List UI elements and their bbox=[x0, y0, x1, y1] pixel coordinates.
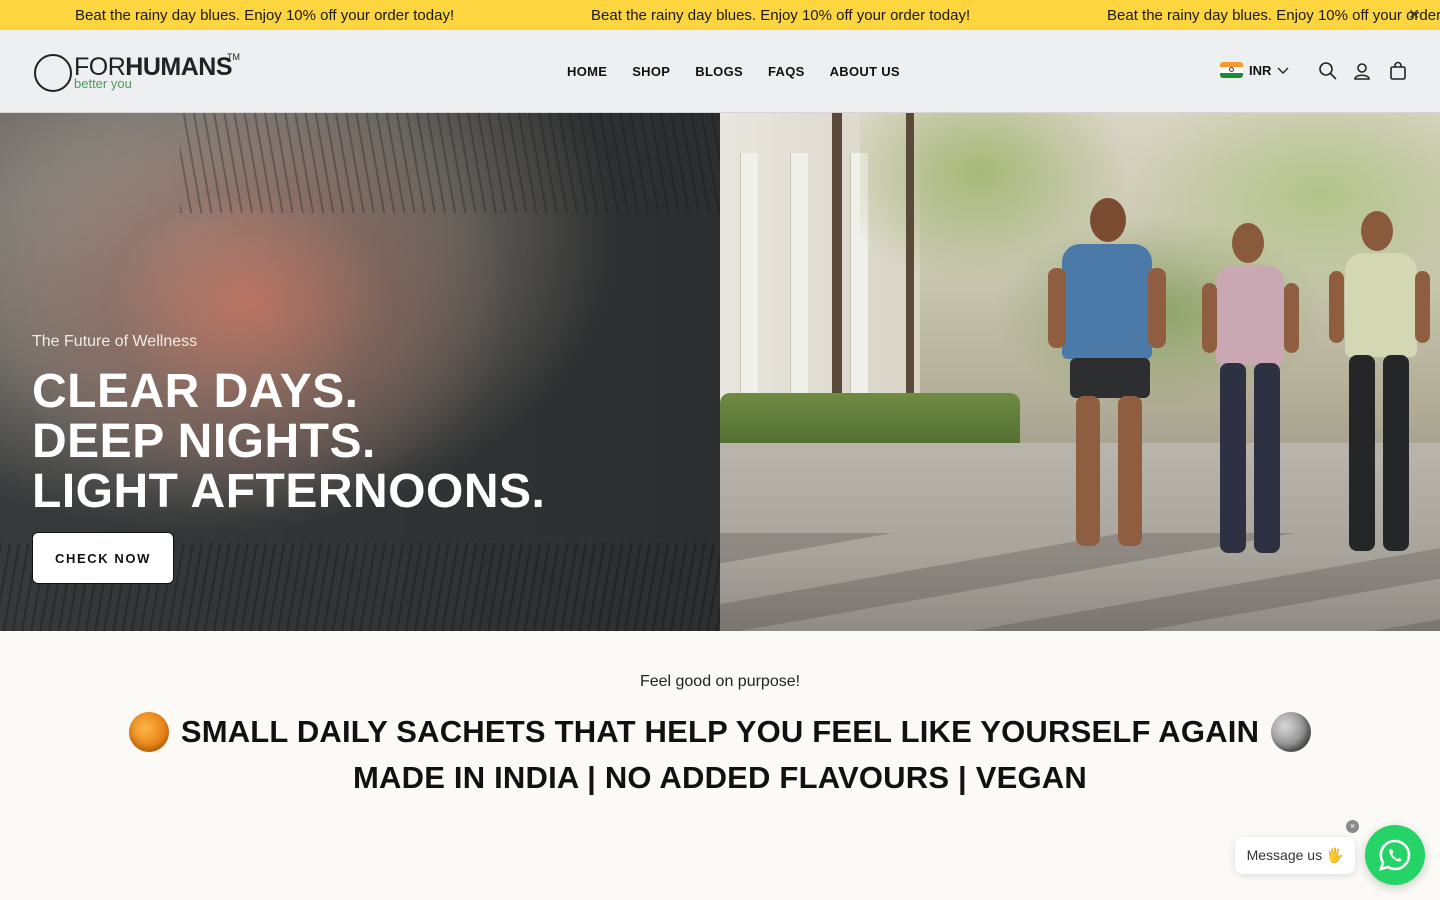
announcement-bar: Beat the rainy day blues. Enjoy 10% off … bbox=[0, 0, 1440, 30]
site-header: FORHUMANS TM better you HOME SHOP BLOGS … bbox=[0, 30, 1440, 113]
moon-icon bbox=[1271, 712, 1312, 752]
message-us-bubble[interactable]: Message us 🖐 bbox=[1235, 837, 1355, 874]
hero-copy: The Future of Wellness CLEAR DAYS. DEEP … bbox=[32, 333, 545, 517]
close-icon[interactable]: ✕ bbox=[1406, 6, 1422, 22]
check-now-button[interactable]: CHECK NOW bbox=[32, 532, 174, 584]
announcement-text: Beat the rainy day blues. Enjoy 10% off … bbox=[1107, 7, 1440, 24]
hero-eyebrow: The Future of Wellness bbox=[32, 333, 198, 350]
intro-subheadline: MADE IN INDIA | NO ADDED FLAVOURS | VEGA… bbox=[353, 760, 1087, 795]
nav-faqs[interactable]: FAQS bbox=[768, 64, 805, 79]
announcement-text: Beat the rainy day blues. Enjoy 10% off … bbox=[591, 7, 971, 24]
nav-shop[interactable]: SHOP bbox=[632, 64, 670, 79]
runner bbox=[1040, 198, 1180, 578]
whatsapp-icon bbox=[1379, 839, 1411, 871]
runner bbox=[1198, 223, 1308, 568]
tree-trunk bbox=[906, 113, 914, 403]
sun-icon bbox=[128, 712, 169, 752]
hero-headline: CLEAR DAYS. DEEP NIGHTS. LIGHT AFTERNOON… bbox=[32, 367, 545, 517]
whatsapp-button[interactable] bbox=[1365, 825, 1425, 885]
hero-headline-line: DEEP NIGHTS. bbox=[32, 415, 376, 468]
brand-logo[interactable]: FORHUMANS TM better you bbox=[34, 52, 244, 94]
intro-kicker: Feel good on purpose! bbox=[639, 673, 801, 690]
india-flag-icon bbox=[1220, 62, 1243, 78]
logo-tagline: better you bbox=[74, 76, 132, 91]
hero-runners-image bbox=[720, 113, 1440, 631]
runner bbox=[1325, 211, 1440, 571]
currency-code: INR bbox=[1249, 62, 1272, 78]
nav-blogs[interactable]: BLOGS bbox=[695, 64, 743, 79]
announcement-text: Beat the rainy day blues. Enjoy 10% off … bbox=[75, 7, 455, 24]
logo-trademark: TM bbox=[227, 52, 240, 62]
hero-headline-line: LIGHT AFTERNOONS. bbox=[32, 465, 546, 518]
nav-about-us[interactable]: ABOUT US bbox=[830, 64, 900, 79]
logo-ring bbox=[34, 54, 72, 92]
intro-headline: SMALL DAILY SACHETS THAT HELP YOU FEEL L… bbox=[0, 712, 1440, 752]
intro-line-1: SMALL DAILY SACHETS THAT HELP YOU FEEL L… bbox=[180, 714, 1260, 749]
cart-icon[interactable] bbox=[1388, 61, 1408, 81]
search-icon[interactable] bbox=[1318, 61, 1338, 81]
tree-trunk bbox=[832, 113, 842, 413]
chevron-down-icon bbox=[1277, 67, 1289, 74]
close-icon[interactable]: × bbox=[1346, 820, 1359, 833]
account-icon[interactable] bbox=[1352, 61, 1372, 81]
hero-headline-line: CLEAR DAYS. bbox=[32, 365, 359, 418]
nav-home[interactable]: HOME bbox=[567, 64, 607, 79]
hero-banner: The Future of Wellness CLEAR DAYS. DEEP … bbox=[0, 113, 1440, 631]
main-nav: HOME SHOP BLOGS FAQS ABOUT US bbox=[567, 64, 900, 79]
currency-selector[interactable]: INR bbox=[1220, 62, 1289, 78]
